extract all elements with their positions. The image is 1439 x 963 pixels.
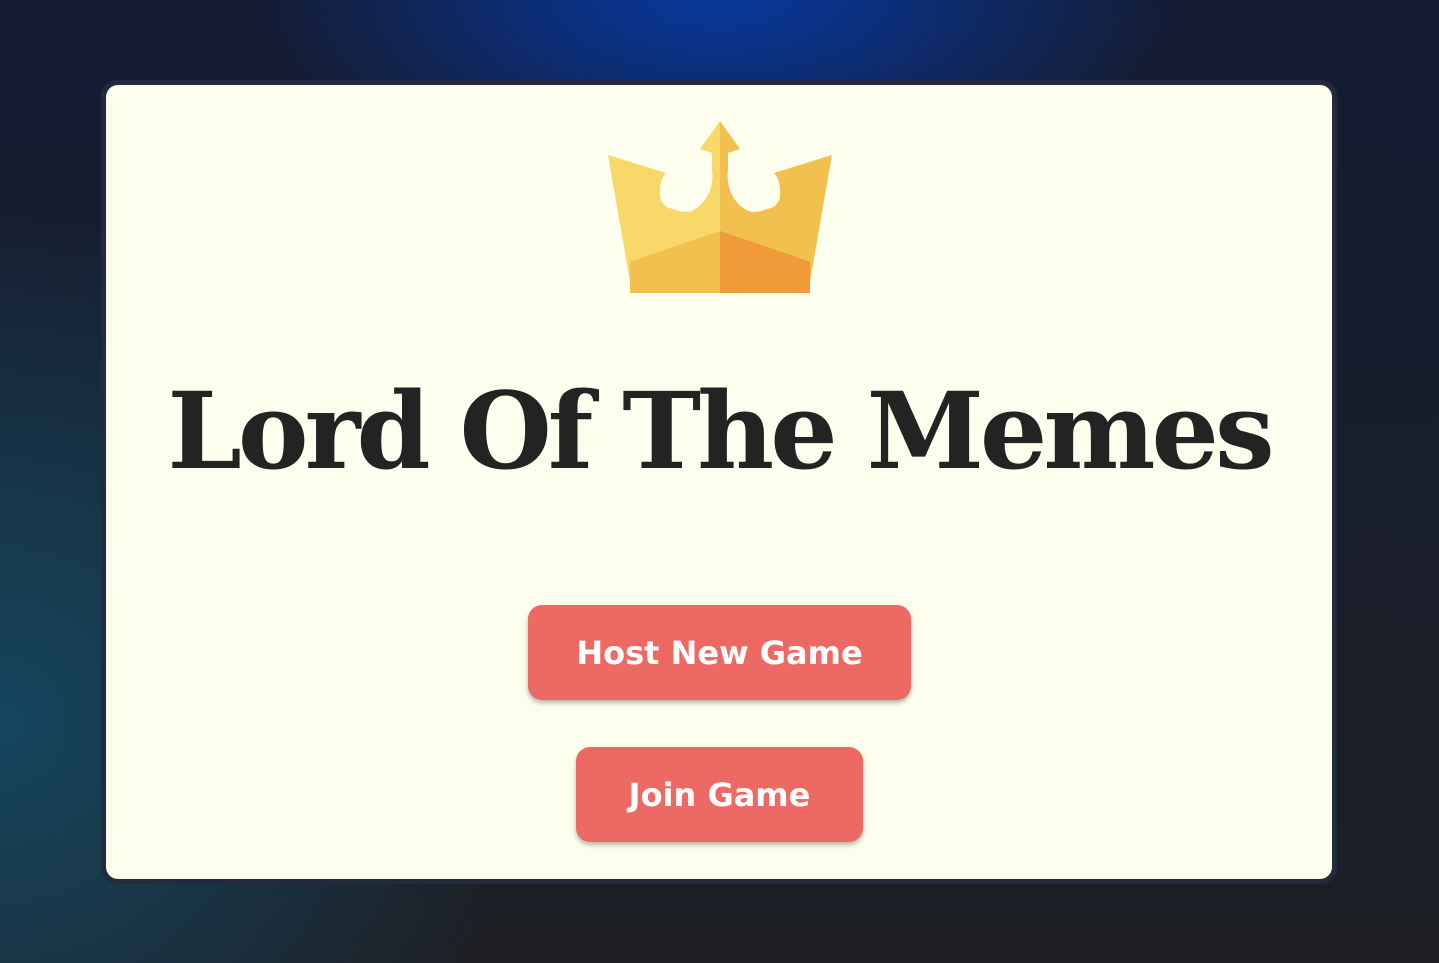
crown-icon (608, 121, 832, 293)
host-new-game-button[interactable]: Host New Game (528, 605, 911, 700)
home-card: Lord Of The Memes Host New Game Join Gam… (106, 85, 1332, 879)
page-title: Lord Of The Memes (167, 368, 1274, 493)
card-frame: Lord Of The Memes Host New Game Join Gam… (101, 80, 1337, 884)
join-game-button[interactable]: Join Game (576, 747, 863, 842)
